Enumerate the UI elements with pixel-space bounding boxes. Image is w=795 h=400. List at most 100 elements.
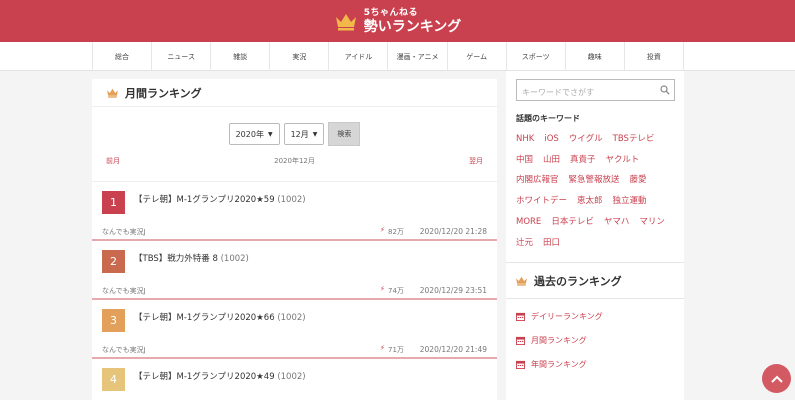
bolt-icon: ⚡: [380, 226, 385, 234]
thread-date: 2020/12/20 21:49: [419, 345, 487, 354]
thread-title[interactable]: 【テレ朝】M-1グランプリ2020★59 (1002): [134, 193, 306, 205]
search-button[interactable]: 検索: [328, 122, 361, 146]
month-pager: 前月 2020年12月 翌月: [92, 156, 497, 168]
keyword-link[interactable]: 独立運動: [613, 191, 647, 212]
daily-ranking-link[interactable]: デイリーランキング: [516, 311, 603, 322]
keywords-heading: 話題のキーワード: [516, 114, 580, 123]
nav-item-idol[interactable]: アイドル: [329, 42, 389, 71]
nav-item-sougou[interactable]: 総合: [93, 42, 153, 71]
keyword-search-box: [516, 79, 675, 103]
keyword-link[interactable]: 山田: [543, 150, 560, 171]
chevron-down-icon: ▼: [267, 130, 273, 138]
nav-item-sports[interactable]: スポーツ: [507, 42, 566, 71]
keyword-link[interactable]: 真貴子: [570, 150, 596, 171]
rank-badge: 4: [102, 368, 125, 391]
calendar-icon: [516, 336, 525, 345]
past-ranking-title: 過去のランキング: [534, 274, 622, 288]
calendar-icon: [516, 312, 525, 321]
board-name: なんでも実況J: [102, 346, 146, 354]
nav-item-news[interactable]: ニュース: [152, 42, 212, 71]
main-heading: 月間ランキング: [92, 79, 497, 107]
month-select[interactable]: 12月 ▼: [283, 123, 325, 145]
keyword-link[interactable]: ウイグル: [569, 129, 603, 150]
nav-item-investment[interactable]: 投資: [625, 42, 684, 71]
keyword-link[interactable]: ホワイトデー: [516, 191, 567, 212]
keyword-link[interactable]: TBSテレビ: [613, 129, 655, 150]
momentum-count: 82万: [388, 228, 404, 236]
site-title-small: 5ちゃんねる: [363, 7, 418, 18]
thread-title[interactable]: 【テレ朝】M-1グランプリ2020★66 (1002): [134, 311, 306, 323]
board-name: なんでも実況J: [102, 228, 146, 236]
ranking-item[interactable]: 2 【TBS】戦力外特番 8 (1002) なんでも実況J ⚡ 74万 2020…: [92, 241, 497, 300]
ranking-list: 1 【テレ朝】M-1グランプリ2020★59 (1002) なんでも実況J ⚡ …: [92, 181, 497, 400]
thread-date: 2020/12/29 23:51: [419, 286, 487, 295]
nav-item-hobby[interactable]: 趣味: [566, 42, 625, 71]
page-title: 月間ランキング: [125, 86, 202, 100]
nav-item-zatsudan[interactable]: 雑談: [211, 42, 271, 71]
yearly-ranking-label: 年間ランキング: [531, 360, 587, 369]
crown-icon: [335, 14, 356, 31]
keyword-link[interactable]: ヤクルト: [606, 150, 640, 171]
next-month-link[interactable]: 翌月: [469, 156, 483, 166]
chevron-down-icon: ▼: [312, 130, 318, 138]
keyword-link[interactable]: 中国: [516, 150, 533, 171]
thread-title[interactable]: 【テレ朝】M-1グランプリ2020★49 (1002): [134, 370, 306, 382]
keyword-link[interactable]: 田口: [543, 233, 560, 254]
nav-item-game[interactable]: ゲーム: [448, 42, 507, 71]
monthly-ranking-label: 月間ランキング: [531, 336, 587, 345]
ranking-item[interactable]: 4 【テレ朝】M-1グランプリ2020★49 (1002): [92, 359, 497, 400]
month-select-value: 12月: [290, 129, 309, 139]
year-select[interactable]: 2020年 ▼: [228, 123, 280, 145]
crown-icon: [516, 276, 527, 286]
keyword-link[interactable]: ヤマハ: [604, 212, 630, 233]
momentum-count: 74万: [388, 287, 404, 295]
ranking-item[interactable]: 3 【テレ朝】M-1グランプリ2020★66 (1002) なんでも実況J ⚡ …: [92, 300, 497, 359]
sidebar: 話題のキーワード NHK iOS ウイグル TBSテレビ 中国 山田 真貴子 ヤ…: [506, 71, 684, 400]
bolt-icon: ⚡: [380, 344, 385, 352]
response-count: (1002): [277, 195, 306, 205]
year-select-value: 2020年: [235, 129, 264, 139]
site-title: 勢いランキング: [363, 18, 462, 35]
rank-badge: 3: [102, 309, 125, 332]
keyword-link[interactable]: NHK: [516, 129, 534, 150]
calendar-icon: [516, 360, 525, 369]
response-count: (1002): [277, 372, 306, 382]
nav-item-jikkyo[interactable]: 実況: [270, 42, 330, 71]
keyword-link[interactable]: 日本テレビ: [551, 212, 594, 233]
momentum-count: 71万: [388, 346, 404, 354]
ranking-item[interactable]: 1 【テレ朝】M-1グランプリ2020★59 (1002) なんでも実況J ⚡ …: [92, 182, 497, 241]
thread-date: 2020/12/20 21:28: [419, 227, 487, 236]
category-nav: 総合 ニュース 雑談 実況 アイドル 漫画・アニメ ゲーム スポーツ 趣味 投資: [0, 42, 795, 71]
keyword-link[interactable]: 辻元: [516, 233, 533, 254]
keyword-search-input[interactable]: [517, 82, 652, 103]
rank-badge: 2: [102, 250, 125, 273]
back-to-top-button[interactable]: [762, 364, 791, 393]
monthly-ranking-link[interactable]: 月間ランキング: [516, 335, 587, 346]
response-count: (1002): [220, 254, 249, 264]
thread-title[interactable]: 【TBS】戦力外特番 8 (1002): [134, 252, 249, 264]
keyword-list: NHK iOS ウイグル TBSテレビ 中国 山田 真貴子 ヤクルト 内閣広報官…: [516, 129, 681, 253]
keyword-link[interactable]: MORE: [516, 212, 541, 233]
current-month-label: 2020年12月: [274, 157, 315, 165]
site-header: 5ちゃんねる 勢いランキング: [0, 0, 795, 42]
site-logo[interactable]: 5ちゃんねる 勢いランキング: [334, 7, 462, 35]
past-ranking-heading: 過去のランキング: [506, 262, 684, 299]
search-icon[interactable]: [660, 85, 670, 95]
chevron-up-icon: [770, 375, 783, 383]
nav-item-manga-anime[interactable]: 漫画・アニメ: [388, 42, 448, 71]
main-panel: 月間ランキング 2020年 ▼ 12月 ▼ 検索 前月 2020年12月 翌月 …: [92, 79, 497, 400]
keyword-link[interactable]: マリン: [639, 212, 665, 233]
date-search-form: 2020年 ▼ 12月 ▼ 検索: [92, 122, 497, 146]
rank-badge: 1: [102, 191, 125, 214]
response-count: (1002): [277, 313, 306, 323]
keyword-link[interactable]: 緊急警報放送: [569, 170, 620, 191]
daily-ranking-label: デイリーランキング: [531, 312, 603, 321]
keyword-link[interactable]: 内閣広報官: [516, 170, 559, 191]
keyword-link[interactable]: 恵太郎: [577, 191, 603, 212]
keyword-link[interactable]: iOS: [544, 129, 558, 150]
crown-icon: [107, 88, 118, 98]
keyword-link[interactable]: 藤愛: [630, 170, 647, 191]
board-name: なんでも実況J: [102, 287, 146, 295]
bolt-icon: ⚡: [380, 285, 385, 293]
yearly-ranking-link[interactable]: 年間ランキング: [516, 359, 587, 370]
